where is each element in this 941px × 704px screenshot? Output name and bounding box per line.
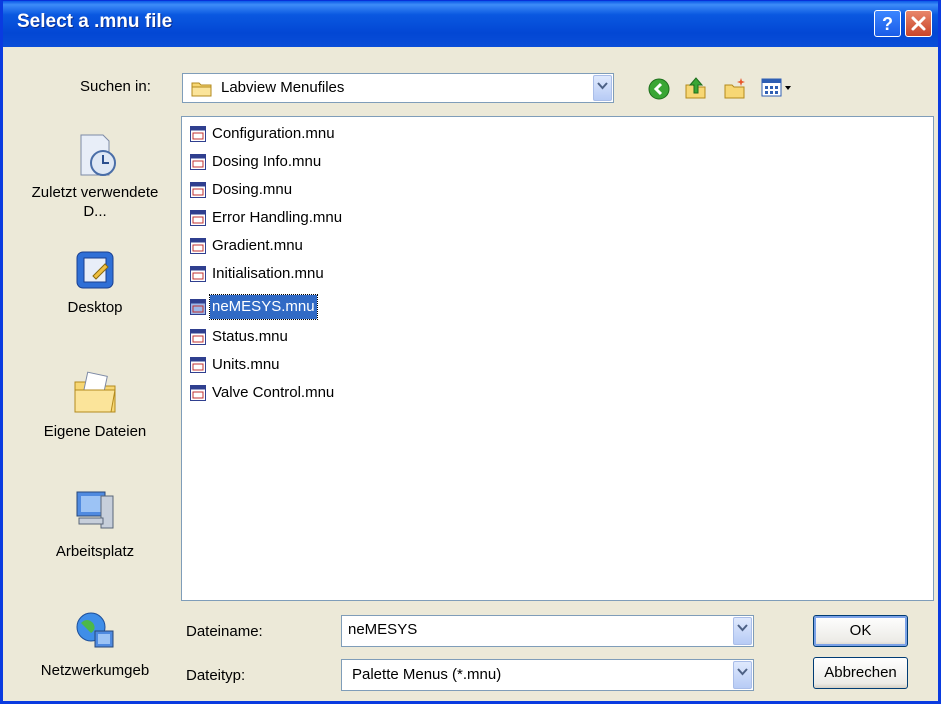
close-button[interactable] [905, 10, 932, 37]
filename-input[interactable] [348, 621, 718, 638]
filetype-dropdown-button[interactable] [733, 661, 752, 689]
new-folder-icon[interactable] [723, 76, 747, 100]
mnu-file-icon [190, 154, 206, 170]
question-mark-icon: ? [882, 14, 893, 34]
mnu-file-icon [190, 238, 206, 254]
place-desktop[interactable]: Desktop [21, 246, 169, 317]
look-in-dropdown-button[interactable] [593, 75, 612, 101]
file-name: Initialisation.mnu [212, 265, 324, 282]
mnu-file-icon [190, 266, 206, 282]
mnu-file-icon [190, 210, 206, 226]
my-computer-icon [76, 491, 114, 529]
my-documents-icon [74, 371, 116, 413]
file-name: Valve Control.mnu [212, 384, 335, 401]
file-name: Dosing.mnu [212, 181, 293, 198]
file-name: Gradient.mnu [212, 237, 303, 254]
chevron-down-icon [597, 82, 608, 90]
folder-icon [191, 82, 212, 97]
place-recent[interactable]: Zuletzt verwendete D... [21, 131, 169, 221]
filetype-combo[interactable]: Palette Menus (*.mnu) [341, 659, 754, 691]
chevron-down-icon [737, 624, 748, 632]
look-in-combo[interactable]: Labview Menufiles [182, 73, 614, 103]
file-list[interactable]: Configuration.mnu Dosing Info.mnu Dosing… [181, 116, 934, 601]
place-my-computer-label: Arbeitsplatz [55, 543, 135, 560]
mnu-file-icon [190, 385, 206, 401]
file-name: Error Handling.mnu [212, 209, 343, 226]
mnu-file-icon [190, 126, 206, 142]
place-recent-label: Zuletzt verwendete D... [31, 184, 159, 220]
place-my-documents[interactable]: Eigene Dateien [21, 366, 169, 441]
view-grid-icon [761, 78, 791, 97]
title-bar[interactable]: Select a .mnu file ? [3, 1, 938, 47]
mnu-file-icon [190, 182, 206, 198]
window-title: Select a .mnu file [17, 11, 173, 32]
view-menu-button[interactable] [761, 77, 801, 99]
mnu-file-icon [190, 329, 206, 345]
cancel-button[interactable]: Abbrechen [813, 657, 908, 689]
look-in-label: Suchen in: [80, 78, 151, 95]
svg-text:?: ? [882, 14, 893, 34]
filename-dropdown-button[interactable] [733, 617, 752, 645]
file-dialog-window: Select a .mnu file ? Suchen in: Labview … [0, 0, 941, 704]
ok-button[interactable]: OK [813, 615, 908, 647]
chevron-down-icon [737, 668, 748, 676]
place-network[interactable]: Netzwerkumgeb [21, 609, 169, 680]
filename-combo[interactable] [341, 615, 754, 647]
filename-label: Dateiname: [186, 623, 263, 640]
place-desktop-label: Desktop [67, 299, 123, 316]
file-name: Units.mnu [212, 356, 280, 373]
file-name: neMESYS.mnu [209, 294, 318, 320]
network-icon [76, 612, 114, 648]
filetype-label: Dateityp: [186, 667, 246, 684]
file-name: Dosing Info.mnu [212, 153, 322, 170]
filetype-value: Palette Menus (*.mnu) [352, 666, 502, 683]
place-network-label: Netzwerkumgeb [40, 662, 150, 679]
help-button[interactable]: ? [874, 10, 901, 37]
desktop-icon [76, 251, 114, 289]
look-in-value: Labview Menufiles [221, 79, 345, 96]
file-name: Status.mnu [212, 328, 288, 345]
recent-documents-icon [80, 134, 116, 176]
close-icon [911, 16, 926, 31]
mnu-file-icon [190, 299, 206, 315]
mnu-file-icon [190, 357, 206, 373]
place-my-documents-label: Eigene Dateien [43, 423, 147, 440]
back-icon[interactable] [648, 78, 670, 100]
file-name: Configuration.mnu [212, 125, 335, 142]
up-folder-icon[interactable] [684, 76, 708, 100]
places-bar: Zuletzt verwendete D... Desktop Eigene D… [21, 121, 169, 691]
place-my-computer[interactable]: Arbeitsplatz [21, 486, 169, 561]
